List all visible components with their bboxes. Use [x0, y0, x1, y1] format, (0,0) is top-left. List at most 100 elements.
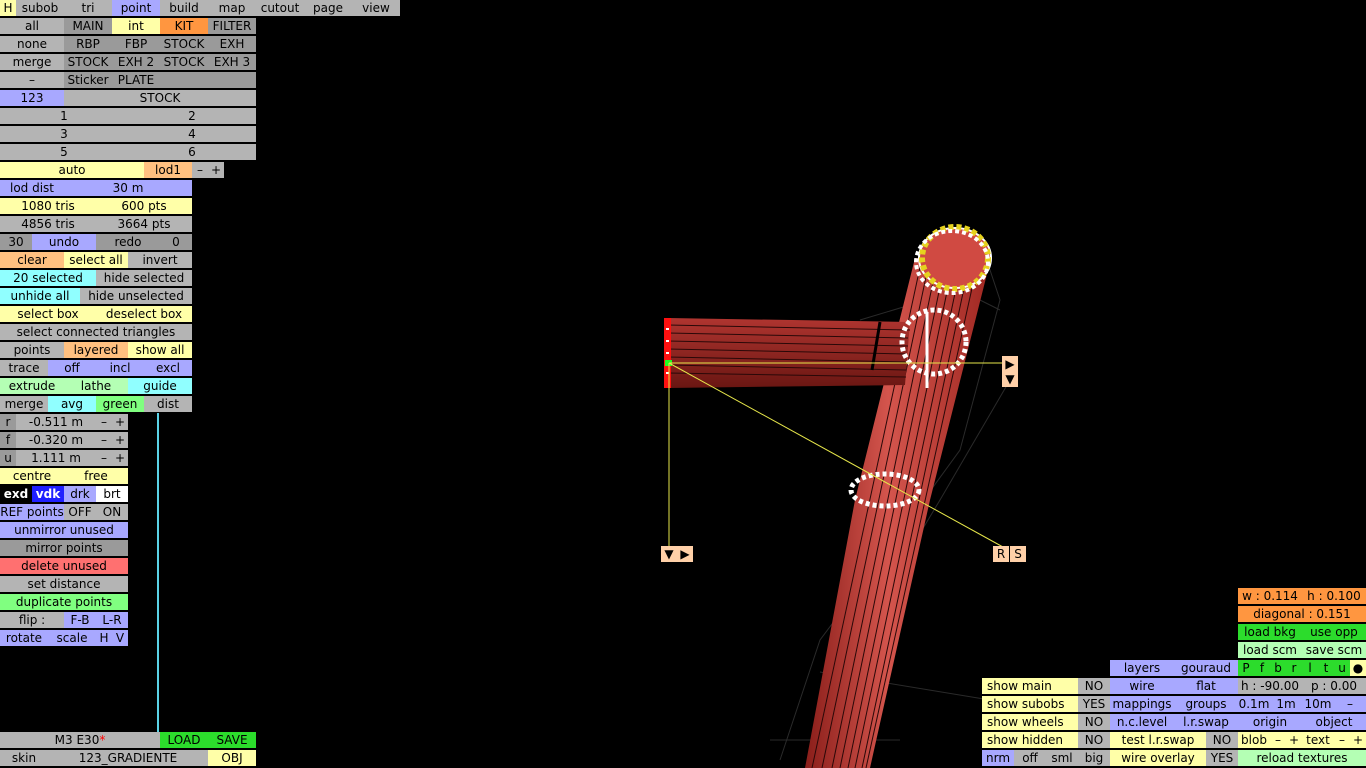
reload-textures-button[interactable]: reload textures: [1238, 750, 1366, 766]
obj-button[interactable]: OBJ: [208, 750, 256, 766]
slot-2[interactable]: 2: [128, 108, 256, 124]
lod-plus[interactable]: +: [208, 162, 224, 178]
view-p[interactable]: P: [1238, 660, 1254, 676]
mode-points[interactable]: points: [0, 342, 64, 358]
wire-overlay-button[interactable]: wire overlay: [1110, 750, 1206, 766]
filter-int[interactable]: int: [112, 18, 160, 34]
coord-r-minus[interactable]: –: [96, 414, 112, 430]
filter-sticker[interactable]: Sticker: [64, 72, 112, 88]
size-sml[interactable]: sml: [1046, 750, 1078, 766]
save-button[interactable]: SAVE: [208, 732, 256, 748]
text-minus[interactable]: –: [1334, 732, 1350, 748]
size-off[interactable]: off: [1014, 750, 1046, 766]
extrude-button[interactable]: extrude: [0, 378, 64, 394]
wire-overlay-value[interactable]: YES: [1206, 750, 1238, 766]
scale-h[interactable]: H: [96, 630, 112, 646]
filter-all[interactable]: all: [0, 18, 64, 34]
shade-exd[interactable]: exd: [0, 486, 32, 502]
flip-fb[interactable]: F-B: [64, 612, 96, 628]
show-wheels-value[interactable]: NO: [1078, 714, 1110, 730]
view-dot[interactable]: ●: [1350, 660, 1366, 676]
scale-handle[interactable]: S: [1010, 546, 1026, 562]
avg-button[interactable]: avg: [48, 396, 96, 412]
blob-plus[interactable]: +: [1286, 732, 1302, 748]
mirror-points-button[interactable]: mirror points: [0, 540, 128, 556]
filter-exh3[interactable]: EXH 3: [208, 54, 256, 70]
view-f[interactable]: f: [1254, 660, 1270, 676]
shade-drk[interactable]: drk: [64, 486, 96, 502]
filter-rbp[interactable]: RBP: [64, 36, 112, 52]
layers-button[interactable]: layers: [1110, 660, 1174, 676]
lod-minus[interactable]: –: [192, 162, 208, 178]
stock-button[interactable]: STOCK: [64, 90, 256, 106]
ref-on[interactable]: ON: [96, 504, 128, 520]
rotate-handle[interactable]: R: [993, 546, 1009, 562]
load-button[interactable]: LOAD: [160, 732, 208, 748]
show-all-button[interactable]: show all: [128, 342, 192, 358]
filter-none[interactable]: none: [0, 36, 64, 52]
view-u[interactable]: u: [1334, 660, 1350, 676]
text-plus[interactable]: +: [1350, 732, 1366, 748]
show-hidden-value[interactable]: NO: [1078, 732, 1110, 748]
coord-r-plus[interactable]: +: [112, 414, 128, 430]
coord-u-plus[interactable]: +: [112, 450, 128, 466]
coord-u-minus[interactable]: –: [96, 450, 112, 466]
lod-dist-value[interactable]: 30 m: [64, 180, 192, 196]
nc-level-button[interactable]: n.c.level: [1110, 714, 1174, 730]
filter-main[interactable]: MAIN: [64, 18, 112, 34]
origin-button[interactable]: origin: [1238, 714, 1302, 730]
mappings-button[interactable]: mappings: [1110, 696, 1174, 712]
show-main-value[interactable]: NO: [1078, 678, 1110, 694]
shade-brt[interactable]: brt: [96, 486, 128, 502]
shade-vdk[interactable]: vdk: [32, 486, 64, 502]
undo-button[interactable]: undo: [32, 234, 96, 250]
menu-h[interactable]: H: [0, 0, 16, 16]
file-name[interactable]: M3 E30*: [0, 732, 160, 748]
centre-button[interactable]: centre: [0, 468, 64, 484]
rotate-button[interactable]: rotate: [0, 630, 48, 646]
slot-1[interactable]: 1: [0, 108, 128, 124]
pitch-readout[interactable]: p : 0.00: [1302, 678, 1366, 694]
menu-tri[interactable]: tri: [64, 0, 112, 16]
groups-button[interactable]: groups: [1174, 696, 1238, 712]
text-label[interactable]: text: [1302, 732, 1334, 748]
filter-merge[interactable]: merge: [0, 54, 64, 70]
filter-exh2[interactable]: EXH 2: [112, 54, 160, 70]
blob-label[interactable]: blob: [1238, 732, 1270, 748]
select-connected-button[interactable]: select connected triangles: [0, 324, 192, 340]
ref-points-label[interactable]: REF points: [0, 504, 64, 520]
selected-count[interactable]: 20 selected: [0, 270, 96, 286]
delete-unused-button[interactable]: delete unused: [0, 558, 128, 574]
duplicate-points-button[interactable]: duplicate points: [0, 594, 128, 610]
select-all-button[interactable]: select all: [64, 252, 128, 268]
merge-button[interactable]: merge: [0, 396, 48, 412]
coord-r-value[interactable]: -0.511 m: [16, 414, 96, 430]
lr-swap-button[interactable]: l.r.swap: [1174, 714, 1238, 730]
menu-subob[interactable]: subob: [16, 0, 64, 16]
filter-stock-1[interactable]: STOCK: [160, 36, 208, 52]
green-button[interactable]: green: [96, 396, 144, 412]
select-box-button[interactable]: select box: [0, 306, 96, 322]
coord-f-value[interactable]: -0.320 m: [16, 432, 96, 448]
filter-exh[interactable]: EXH: [208, 36, 256, 52]
view-t[interactable]: t: [1318, 660, 1334, 676]
size-big[interactable]: big: [1078, 750, 1110, 766]
handle-right-top[interactable]: ▶: [1002, 356, 1018, 372]
step-10m[interactable]: 10m: [1302, 696, 1334, 712]
dist-button[interactable]: dist: [144, 396, 192, 412]
use-opp-button[interactable]: use opp: [1302, 624, 1366, 640]
lod-level[interactable]: lod1: [144, 162, 192, 178]
show-wheels-button[interactable]: show wheels: [982, 714, 1078, 730]
menu-cutout[interactable]: cutout: [256, 0, 304, 16]
slot-3[interactable]: 3: [0, 126, 128, 142]
mode-layered[interactable]: layered: [64, 342, 128, 358]
guide-button[interactable]: guide: [128, 378, 192, 394]
set-distance-button[interactable]: set distance: [0, 576, 128, 592]
handle-down-bottom[interactable]: ▼: [661, 546, 677, 562]
lod-dist-label[interactable]: lod dist: [0, 180, 64, 196]
trace-incl[interactable]: incl: [96, 360, 144, 376]
filter-kit[interactable]: KIT: [160, 18, 208, 34]
handle-down-top[interactable]: ▼: [1002, 371, 1018, 387]
menu-view[interactable]: view: [352, 0, 400, 16]
load-bkg-button[interactable]: load bkg: [1238, 624, 1302, 640]
